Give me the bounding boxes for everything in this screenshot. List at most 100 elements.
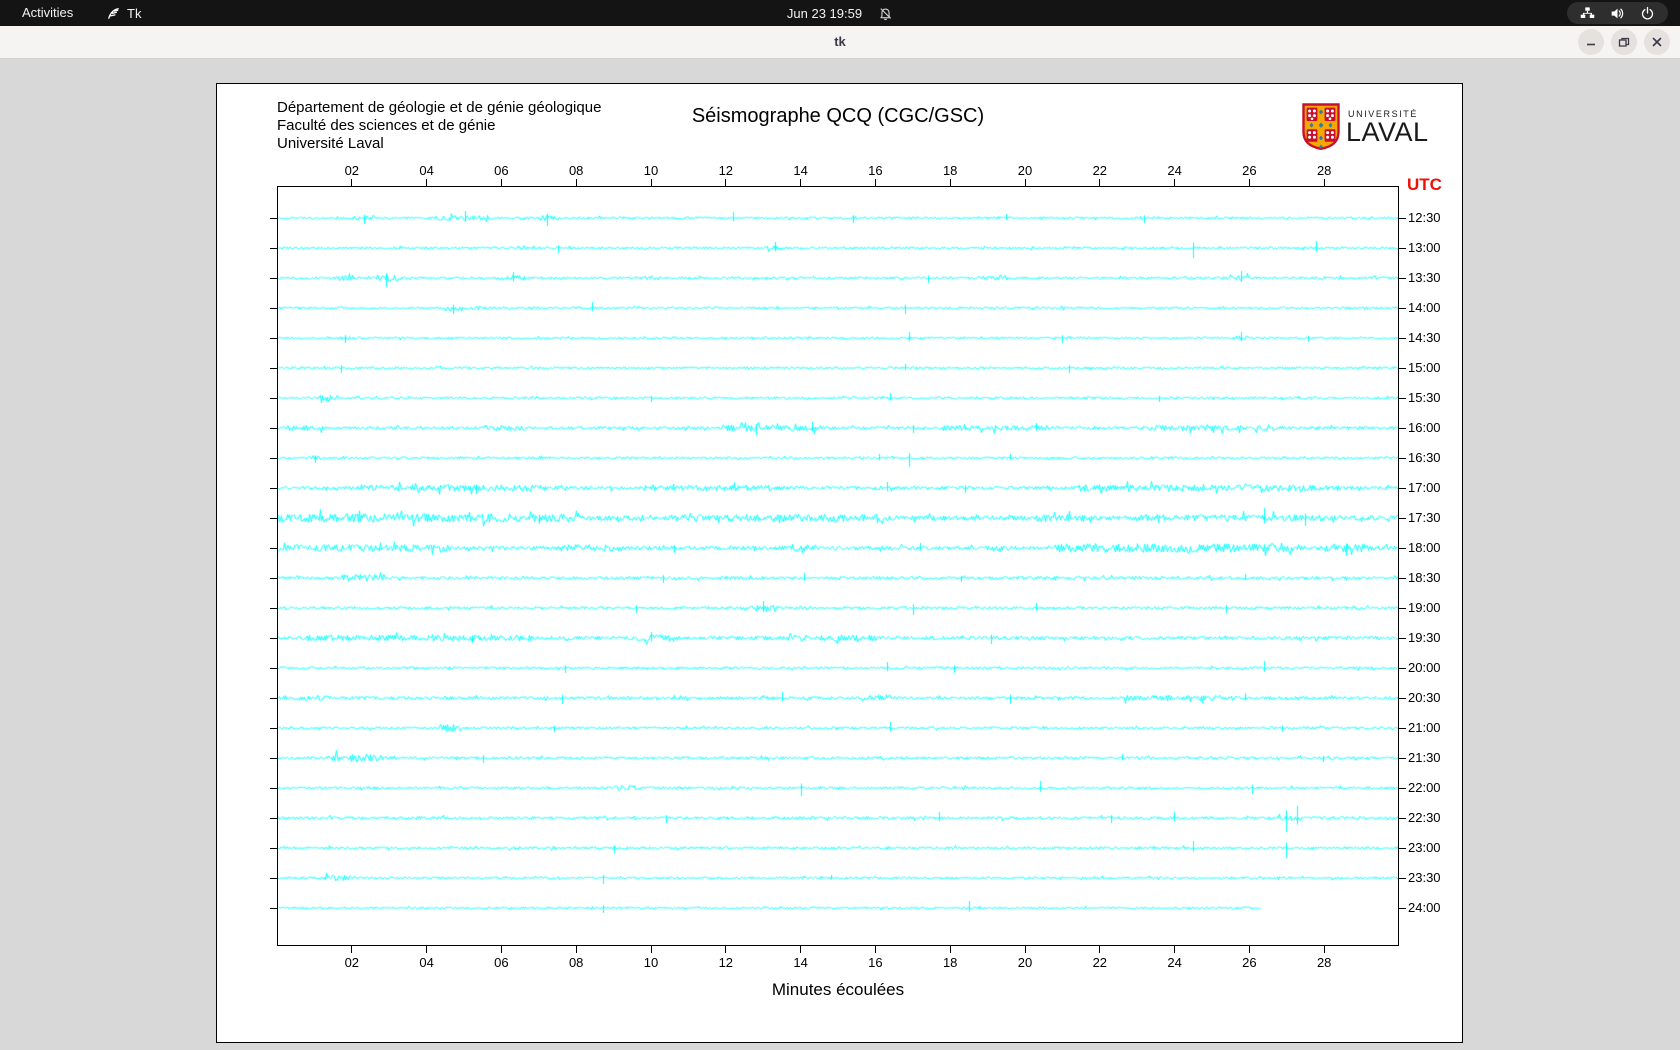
laval-crest-icon (1302, 137, 1340, 154)
x-tick-label-bottom: 04 (412, 955, 442, 970)
y-tick-right (1399, 398, 1406, 399)
x-tick-bottom (1174, 946, 1175, 953)
x-tick-label-bottom: 22 (1085, 955, 1115, 970)
chart-title: Séismographe QCQ (CGC/GSC) (277, 105, 1399, 128)
y-tick-left (270, 908, 277, 909)
y-tick-left (270, 608, 277, 609)
institution-line-3: Université Laval (277, 135, 601, 153)
app-indicator-tk[interactable]: Tk (106, 0, 141, 26)
y-tick-label-utc: 20:00 (1408, 660, 1441, 675)
y-tick-left (270, 758, 277, 759)
x-tick-bottom (800, 946, 801, 953)
y-tick-label-utc: 17:00 (1408, 480, 1441, 495)
y-tick-right (1399, 668, 1406, 669)
x-tick-top (351, 179, 352, 186)
y-tick-right (1399, 458, 1406, 459)
x-tick-bottom (1025, 946, 1026, 953)
y-tick-left (270, 518, 277, 519)
y-tick-left (270, 788, 277, 789)
y-tick-left (270, 488, 277, 489)
y-tick-left (270, 308, 277, 309)
x-tick-top (800, 179, 801, 186)
logo-laval-text: LAVAL (1346, 117, 1429, 148)
x-tick-top (1249, 179, 1250, 186)
y-tick-left (270, 398, 277, 399)
volume-icon (1610, 6, 1625, 21)
y-tick-left (270, 548, 277, 549)
x-tick-label-top: 02 (337, 163, 367, 178)
universite-laval-logo: UNIVERSITÉ LAVAL (1302, 103, 1462, 153)
y-tick-label-utc: 15:00 (1408, 360, 1441, 375)
x-tick-label-top: 12 (711, 163, 741, 178)
x-tick-label-bottom: 14 (786, 955, 816, 970)
x-tick-bottom (875, 946, 876, 953)
system-tray[interactable] (1567, 2, 1668, 24)
window-title-bar: tk (0, 26, 1680, 59)
network-icon (1580, 6, 1595, 21)
y-tick-label-utc: 18:00 (1408, 540, 1441, 555)
y-tick-label-utc: 17:30 (1408, 510, 1441, 525)
clock[interactable]: Jun 23 19:59 (787, 6, 862, 21)
y-tick-right (1399, 728, 1406, 729)
y-tick-label-utc: 19:00 (1408, 600, 1441, 615)
seismogram-traces-canvas (278, 187, 1398, 945)
tk-feather-icon (106, 6, 121, 21)
y-tick-label-utc: 24:00 (1408, 900, 1441, 915)
x-tick-label-bottom: 02 (337, 955, 367, 970)
x-tick-label-top: 14 (786, 163, 816, 178)
y-tick-left (270, 458, 277, 459)
y-tick-right (1399, 308, 1406, 309)
y-tick-left (270, 878, 277, 879)
y-tick-left (270, 848, 277, 849)
y-tick-label-utc: 23:00 (1408, 840, 1441, 855)
x-tick-bottom (1249, 946, 1250, 953)
activities-button[interactable]: Activities (18, 0, 77, 26)
y-tick-right (1399, 608, 1406, 609)
x-tick-top (725, 179, 726, 186)
y-tick-right (1399, 758, 1406, 759)
y-tick-right (1399, 428, 1406, 429)
y-tick-left (270, 578, 277, 579)
y-tick-left (270, 818, 277, 819)
y-tick-left (270, 668, 277, 669)
maximize-button[interactable] (1611, 29, 1637, 55)
x-tick-bottom (576, 946, 577, 953)
y-tick-label-utc: 15:30 (1408, 390, 1441, 405)
y-tick-right (1399, 788, 1406, 789)
close-button[interactable] (1644, 29, 1670, 55)
y-tick-label-utc: 12:30 (1408, 210, 1441, 225)
x-tick-label-bottom: 26 (1234, 955, 1264, 970)
y-tick-label-utc: 14:00 (1408, 300, 1441, 315)
y-tick-left (270, 368, 277, 369)
x-tick-label-top: 18 (935, 163, 965, 178)
y-tick-right (1399, 878, 1406, 879)
x-tick-label-top: 22 (1085, 163, 1115, 178)
x-tick-top (501, 179, 502, 186)
seismograph-sheet: Département de géologie et de génie géol… (216, 83, 1463, 1043)
y-tick-label-utc: 13:00 (1408, 240, 1441, 255)
y-tick-left (270, 278, 277, 279)
x-tick-label-top: 26 (1234, 163, 1264, 178)
y-tick-left (270, 248, 277, 249)
x-tick-label-bottom: 24 (1160, 955, 1190, 970)
x-tick-label-top: 06 (486, 163, 516, 178)
y-tick-right (1399, 908, 1406, 909)
y-tick-right (1399, 368, 1406, 369)
x-tick-bottom (1099, 946, 1100, 953)
x-tick-top (950, 179, 951, 186)
y-tick-label-utc: 16:30 (1408, 450, 1441, 465)
x-tick-label-top: 04 (412, 163, 442, 178)
app-indicator-label: Tk (127, 6, 141, 21)
y-tick-right (1399, 248, 1406, 249)
y-tick-left (270, 338, 277, 339)
y-tick-label-utc: 22:00 (1408, 780, 1441, 795)
power-icon (1640, 6, 1655, 21)
x-axis-title: Minutes écoulées (277, 980, 1399, 1000)
x-tick-label-bottom: 18 (935, 955, 965, 970)
y-tick-right (1399, 338, 1406, 339)
y-tick-right (1399, 578, 1406, 579)
x-tick-top (651, 179, 652, 186)
x-tick-bottom (651, 946, 652, 953)
y-tick-right (1399, 698, 1406, 699)
minimize-button[interactable] (1578, 29, 1604, 55)
